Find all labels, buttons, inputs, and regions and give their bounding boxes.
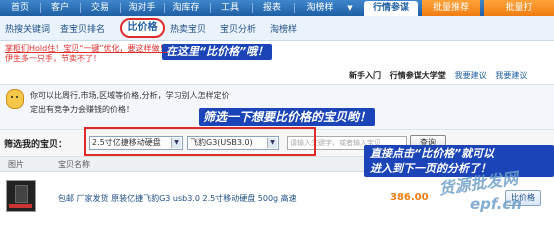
nav-batch-more[interactable]: 批量打 [484,0,554,16]
top-nav: 首页 客户 交易 淘对手 淘库存 工具 报表 淘榜样 ▼ 行情参谋 批量推荐 批… [0,0,554,16]
tab-hot-keywords[interactable]: 热搜关键词 [5,22,50,35]
callout-bottom-line1: 直接点击“比价格”就可以 [370,147,495,160]
nav-benchmark[interactable]: 淘榜样 [300,0,340,16]
link-suggest[interactable]: 我要建议 [455,71,487,80]
tab-compare-price[interactable]: 比价格 [120,18,165,38]
bee-mascot-icon [6,89,24,109]
info-line1: 你可以比周行,市场,区域等价格,分析，学习别人怎样定价 [30,91,230,100]
sub-nav: 热搜关键词 查宝贝排名 比价格 热卖宝贝 宝贝分析 淘榜样 [0,16,554,41]
product-title[interactable]: 包邮 厂家发货 原装亿捷飞豹G3 usb3.0 2.5寸移动硬盘 500g 高速 [58,193,297,204]
highlight-box-filter [84,127,316,156]
nav-reports[interactable]: 报表 [260,0,284,16]
nav-customers[interactable]: 客户 [48,0,72,16]
nav-tools[interactable]: 工具 [218,0,242,16]
tab-item-ranking[interactable]: 查宝贝排名 [60,22,105,35]
callout-top: 在这里“比价格”哦！ [162,44,273,60]
chevron-down-icon[interactable]: ▼ [344,0,356,16]
product-thumbnail[interactable] [6,180,36,212]
tab-hot-items[interactable]: 热卖宝贝 [170,22,206,35]
nav-batch-recommend[interactable]: 批量推荐 [422,0,480,16]
tab-compare-price-label: 比价格 [127,22,158,33]
promo-text: 掌柜们Hold住！宝贝“一键”优化，要这样做！ 伊生多一只手，节卖不了！ [5,44,168,64]
link-university[interactable]: 行情参谋大学堂 [390,71,446,80]
nav-home[interactable]: 首页 [8,0,32,16]
column-header-image: 图片 [8,160,24,169]
tab-item-analysis[interactable]: 宝贝分析 [220,22,256,35]
product-price: 386.00 [390,192,429,203]
nav-trade[interactable]: 交易 [88,0,112,16]
link-beginner[interactable]: 新手入门 [349,71,381,80]
info-line2: 定出有竞争力会赚钱的价格！ [30,105,134,114]
tab-benchmark[interactable]: 淘榜样 [270,22,297,35]
callout-middle: 筛选一下想要比价格的宝贝哟！ [199,108,376,126]
promo-line1[interactable]: 掌柜们Hold住！宝贝“一键”优化，要这样做！ [5,44,168,54]
nav-competitors[interactable]: 淘对手 [126,0,158,16]
promo-line2: 伊生多一只手，节卖不了！ [5,54,101,63]
link-suggest-2[interactable]: 我要建议 [495,71,527,80]
column-header-name: 宝贝名称 [58,160,90,169]
nav-inventory[interactable]: 淘库存 [170,0,202,16]
filter-label: 筛选我的宝贝： [4,140,68,150]
help-links: 新手入门 行情参谋大学堂 我要建议 我要建议 [349,70,527,81]
watermark-domain: epf.cn [470,195,522,213]
nav-market-advisor[interactable]: 行情参谋 [364,1,418,16]
